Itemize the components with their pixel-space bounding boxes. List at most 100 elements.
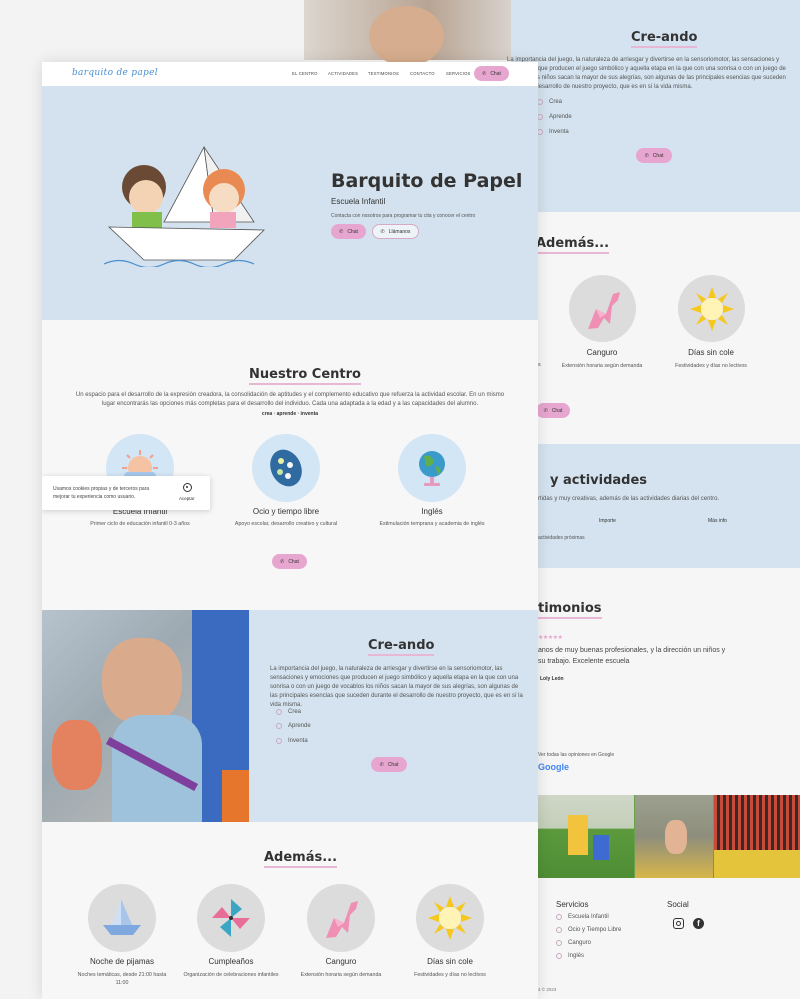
paint-palette-icon [252,434,320,502]
check-item: Crea [537,99,562,105]
gallery-image [714,795,800,878]
gallery-image [538,795,634,878]
whatsapp-icon: ✆ [482,70,487,77]
whatsapp-icon: ✆ [280,558,285,565]
actividades-section-back: y actividades rtidas y muy creativas, ad… [538,444,800,568]
paper-boat-kids-illustration [104,145,265,267]
chat-button[interactable]: ✆ Chat [636,148,672,163]
cookie-accept-button[interactable]: Aceptar [179,496,195,501]
nav-item-el-centro[interactable]: EL CENTRO [292,71,318,76]
chat-button[interactable]: ✆ Chat [536,403,570,418]
card-subtitle: Noches temáticas, desde 21:00 hasta 11:0… [77,972,167,986]
actividades-text: rtidas y muy creativas, además de las ac… [538,496,720,502]
card-subtitle: Extensión horaria según demanda [300,972,382,978]
actividades-title: y actividades [550,473,648,488]
facebook-icon[interactable]: f [693,918,704,929]
footer-servicios-list: Escuela Infantil Ocio y Tiempo Libre Can… [556,914,621,959]
google-logo: Google [538,762,569,772]
dinosaur-icon [307,884,375,952]
card-subtitle: Festividades y días no lectivos [414,972,486,978]
centro-text: Un espacio para el desarrollo de la expr… [75,392,505,407]
hero-subtitle: Escuela Infantil [331,197,386,206]
footer-link[interactable]: Canguro [556,940,621,946]
testimonial-author: Loly León [540,676,564,682]
hero-chat-button[interactable]: ✆ Chat [331,224,366,239]
pinwheel-icon [197,884,265,952]
creando-text: La importancia del juego, la naturaleza … [270,666,523,708]
google-reviews-link[interactable]: Ver todas las opiniones en Google [538,752,614,758]
table-header: Más info [708,518,727,524]
testimonios-title: timonios [538,601,602,619]
chat-button[interactable]: ✆ Chat [371,757,407,772]
cookie-text: Usamos cookies propias y de terceros par… [53,486,150,500]
card-title: Inglés [421,507,443,516]
gallery-image [635,795,713,878]
hero-section: Barquito de Papel Escuela Infantil Conta… [42,86,538,320]
dinosaur-icon [569,275,636,342]
check-item: Inventa [537,129,569,135]
nav-item-contacto[interactable]: CONTACTO [410,71,435,76]
globe-icon [398,434,466,502]
card-subtitle: Festividades y días no lectivos [675,363,747,369]
cookie-icon [183,483,192,492]
creando-section-back: Cre-ando La importancia del juego, la na… [507,0,800,212]
whatsapp-icon: ✆ [543,407,548,414]
nav-chat-button[interactable]: ✆ Chat [474,66,509,81]
card-title: Canguro [586,348,618,357]
navbar: barquito de papel EL CENTRO ACTIVIDADES … [42,62,538,86]
whatsapp-icon: ✆ [379,761,384,768]
cut-text: s [538,362,541,368]
footer-social-title: Social [667,900,689,909]
actividades-note: actividades próximas [538,535,585,541]
playroom-gallery [538,795,800,878]
card-subtitle: Organización de celebraciones infantiles [183,972,279,978]
card-title: Cumpleaños [208,957,254,966]
check-item: Aprende [537,114,572,120]
whatsapp-icon: ✆ [339,228,344,235]
card-title: Canguro [325,957,357,966]
paper-boat-icon [88,884,156,952]
card-title: Días sin cole [688,348,734,357]
card-subtitle: Estimulación temprana y academia de ingl… [379,521,485,527]
creando-title: Cre-ando [368,638,435,656]
card-subtitle: Extensión horaria según demanda [561,363,643,369]
hero-text: Contacta con nosotros para programar tu … [331,213,476,219]
card-title: Días sin cole [427,957,473,966]
centro-motto: crea · aprende · inventa [261,411,319,417]
creando-text-back: La importancia del juego, la naturaleza … [507,57,786,90]
creando-title-back: Cre-ando [631,30,698,48]
footer-link[interactable]: Escuela Infantil [556,914,621,920]
testimonial-quote: anos de muy buenas profesionales, y la d… [538,647,726,665]
footer-link[interactable]: Inglés [556,953,621,959]
footer-link[interactable]: Ocio y Tiempo Libre [556,927,621,933]
front-page: barquito de papel EL CENTRO ACTIVIDADES … [42,62,538,999]
table-header: Importe [599,518,616,524]
card-subtitle: Apoyo escolar, desarrollo creativo y cul… [234,521,338,527]
sun-icon [678,275,745,342]
nav-item-testimonios[interactable]: TESTIMONIOS [368,71,399,76]
instagram-icon[interactable] [673,918,684,929]
call-button[interactable]: ✆ Llámanos [372,224,419,239]
child-photo-top [304,0,511,66]
whatsapp-icon: ✆ [644,152,649,159]
phone-icon: ✆ [380,228,385,235]
copyright: 4 © 2023 [538,987,557,992]
chat-button[interactable]: ✆ Chat [272,554,307,569]
ademas-title: Además... [264,850,338,868]
nav-item-actividades[interactable]: ACTIVIDADES [328,71,358,76]
centro-title: Nuestro Centro [249,367,361,385]
hero-title: Barquito de Papel [331,170,523,192]
check-item: Crea [276,709,301,715]
check-item: Aprende [276,723,311,729]
cookie-banner: Usamos cookies propias y de terceros par… [42,476,210,510]
creando-section: Cre-ando La importancia del juego, la na… [249,610,538,822]
card-title: Noche de pijamas [89,957,155,966]
card-subtitle: Primer ciclo de educación infantil 0-3 a… [90,521,190,527]
ademas-title-back: Además... [536,236,610,254]
check-item: Inventa [276,738,308,744]
card-title: Ocio y tiempo libre [252,507,320,516]
child-painting-photo [42,610,249,822]
footer-servicios-title: Servicios [556,900,589,909]
site-logo[interactable]: barquito de papel [72,68,158,78]
nav-item-servicios[interactable]: SERVICIOS [446,71,471,76]
